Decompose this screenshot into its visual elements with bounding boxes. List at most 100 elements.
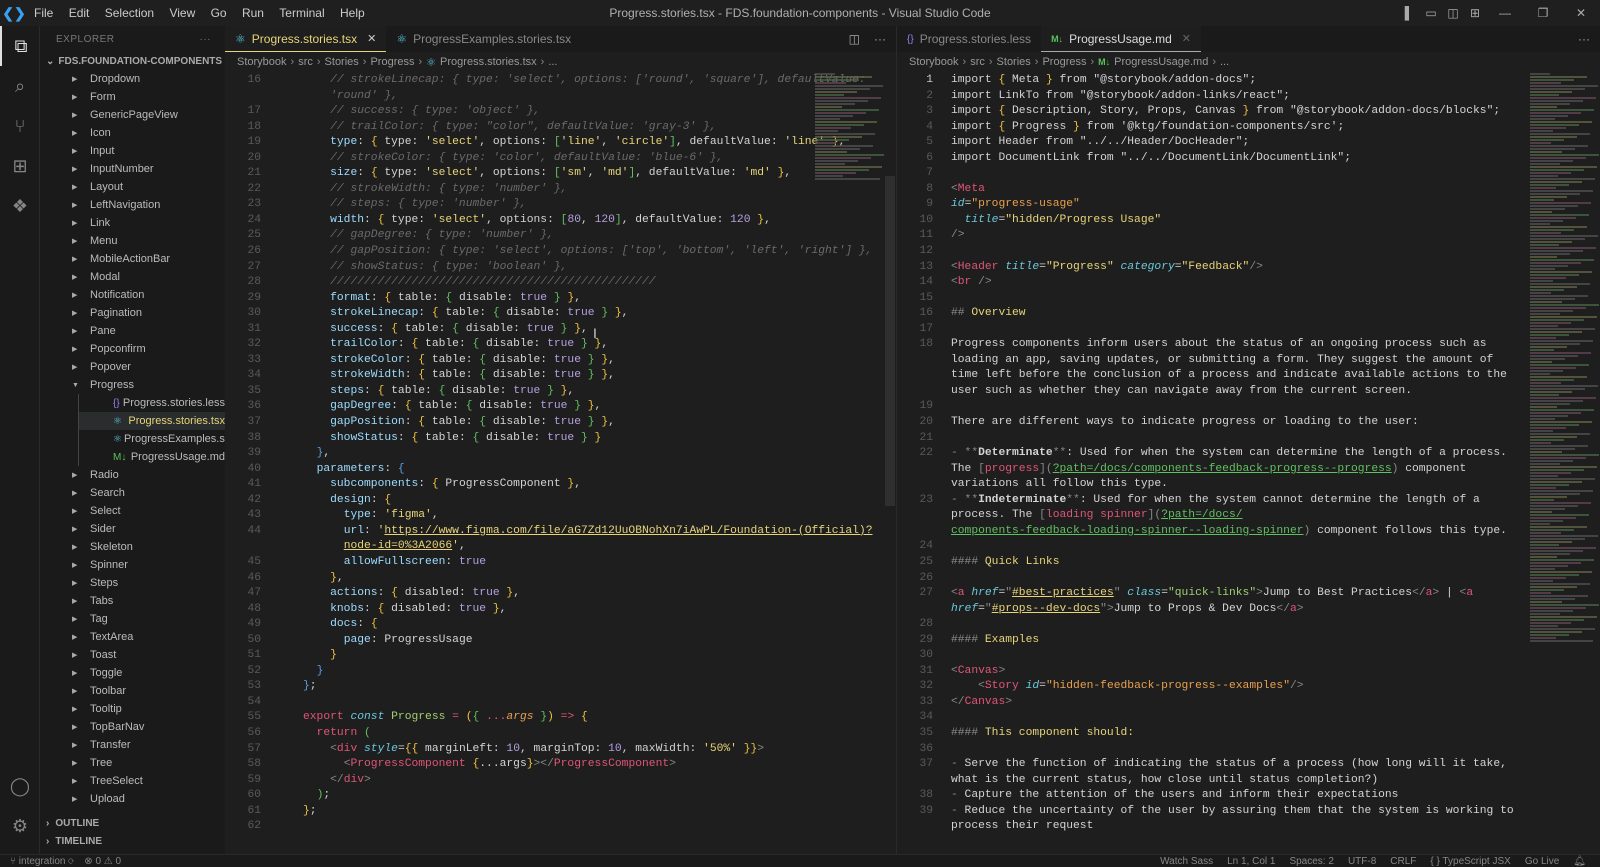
tree-item[interactable]: ▶ InputNumber bbox=[40, 160, 225, 178]
breadcrumb-item[interactable]: ... bbox=[548, 56, 557, 68]
tab-progress-examples[interactable]: ⚛ ProgressExamples.stories.tsx bbox=[386, 26, 581, 52]
branch-indicator[interactable]: ⑂ integration ⟳ bbox=[10, 856, 74, 867]
breadcrumb-item[interactable]: Storybook bbox=[909, 56, 959, 68]
tree-item[interactable]: ⚛ProgressExamples.stories.... bbox=[78, 430, 225, 448]
timeline-section[interactable]: › TIMELINE bbox=[40, 832, 225, 850]
workspace-root[interactable]: ⌄ FDS.FOUNDATION-COMPONENTS bbox=[40, 52, 225, 70]
indentation[interactable]: Spaces: 2 bbox=[1289, 856, 1333, 867]
tree-item[interactable]: ▶ TreeSelect bbox=[40, 772, 225, 790]
close-tab-icon[interactable]: ✕ bbox=[367, 32, 376, 45]
tree-item[interactable]: ▶ Pane bbox=[40, 322, 225, 340]
line-ending[interactable]: CRLF bbox=[1390, 856, 1416, 867]
tree-item[interactable]: ▶ Link bbox=[40, 214, 225, 232]
watch-sass-button[interactable]: Watch Sass bbox=[1160, 856, 1213, 867]
tree-item[interactable]: ▶ TextArea bbox=[40, 628, 225, 646]
close-window-button[interactable]: ✕ bbox=[1562, 6, 1600, 20]
code-editor-md[interactable]: 1 import { Meta } from "@storybook/addon-… bbox=[897, 72, 1600, 835]
tree-item[interactable]: ▶ Transfer bbox=[40, 736, 225, 754]
search-icon[interactable]: ⌕ bbox=[0, 66, 40, 106]
menu-run[interactable]: Run bbox=[236, 6, 270, 20]
vertical-scrollbar[interactable] bbox=[885, 176, 895, 506]
extensions-icon[interactable]: ⊞ bbox=[0, 146, 40, 186]
tree-item[interactable]: ▶ Popconfirm bbox=[40, 340, 225, 358]
breadcrumb-item[interactable]: src bbox=[970, 56, 985, 68]
tree-item[interactable]: M↓ ProgressUsage.md bbox=[78, 448, 225, 466]
tree-item[interactable]: ▶ Toolbar bbox=[40, 682, 225, 700]
more-actions-icon[interactable]: ··· bbox=[874, 32, 886, 46]
breadcrumb-item[interactable]: Stories bbox=[997, 56, 1031, 68]
breadcrumb-item[interactable]: ... bbox=[1220, 56, 1229, 68]
tab-progress-stories-less[interactable]: {} Progress.stories.less bbox=[897, 26, 1041, 52]
source-control-icon[interactable]: ⑂ bbox=[0, 106, 40, 146]
menu-help[interactable]: Help bbox=[334, 6, 371, 20]
tree-item[interactable]: ▼ Progress bbox=[40, 376, 225, 394]
restore-button[interactable]: ❐ bbox=[1524, 6, 1562, 20]
menu-terminal[interactable]: Terminal bbox=[273, 6, 330, 20]
menu-view[interactable]: View bbox=[163, 6, 201, 20]
figma-icon[interactable]: ❖ bbox=[0, 186, 40, 226]
breadcrumb-item[interactable]: Stories bbox=[325, 56, 359, 68]
tree-item[interactable]: ▶ Toast bbox=[40, 646, 225, 664]
breadcrumb-item[interactable]: Storybook bbox=[237, 56, 287, 68]
more-actions-icon[interactable]: ··· bbox=[1578, 32, 1590, 46]
tab-progress-stories-tsx[interactable]: ⚛ Progress.stories.tsx ✕ bbox=[225, 26, 387, 52]
tree-item[interactable]: ▶ Menu bbox=[40, 232, 225, 250]
tree-item[interactable]: ▶ Select bbox=[40, 502, 225, 520]
tree-item[interactable]: ▶ GenericPageView bbox=[40, 106, 225, 124]
minimize-button[interactable]: — bbox=[1486, 6, 1524, 20]
outline-section[interactable]: › OUTLINE bbox=[40, 814, 225, 832]
tree-item[interactable]: ▶ Search bbox=[40, 484, 225, 502]
breadcrumb-item[interactable]: ProgressUsage.md bbox=[1114, 56, 1208, 68]
breadcrumb-item[interactable]: Progress bbox=[370, 56, 414, 68]
menu-selection[interactable]: Selection bbox=[99, 6, 160, 20]
settings-gear-icon[interactable]: ⚙ bbox=[0, 806, 40, 846]
notifications-icon[interactable]: 🔔︎ bbox=[1573, 856, 1586, 867]
tree-item[interactable]: ▶ Popover bbox=[40, 358, 225, 376]
breadcrumb-item[interactable]: src bbox=[298, 56, 313, 68]
tree-item[interactable]: ▶ Tag bbox=[40, 610, 225, 628]
toggle-panel-icon[interactable]: ▭ bbox=[1420, 6, 1442, 20]
tree-item[interactable]: ▶ Tree bbox=[40, 754, 225, 772]
menu-edit[interactable]: Edit bbox=[63, 6, 96, 20]
tree-item[interactable]: ⚛ Progress.stories.tsx bbox=[78, 412, 225, 430]
tree-item[interactable]: ▶ Notification bbox=[40, 286, 225, 304]
split-editor-icon[interactable]: ◫ bbox=[849, 32, 860, 46]
tree-item[interactable]: ▶ Steps bbox=[40, 574, 225, 592]
tree-item[interactable]: ▶ MobileActionBar bbox=[40, 250, 225, 268]
close-tab-icon[interactable]: ✕ bbox=[1182, 32, 1191, 45]
go-live-button[interactable]: Go Live bbox=[1525, 856, 1559, 867]
tree-item[interactable]: ▶ Skeleton bbox=[40, 538, 225, 556]
problems-indicator[interactable]: ⊗ 0 ⚠ 0 bbox=[84, 856, 121, 867]
tree-item[interactable]: ▶ TopBarNav bbox=[40, 718, 225, 736]
encoding[interactable]: UTF-8 bbox=[1348, 856, 1376, 867]
menu-file[interactable]: File bbox=[28, 6, 59, 20]
tree-item[interactable]: ▶ Tooltip bbox=[40, 700, 225, 718]
tree-item[interactable]: ▶ Pagination bbox=[40, 304, 225, 322]
tree-item[interactable]: ▶ Upload bbox=[40, 790, 225, 808]
toggle-secondary-sidebar-icon[interactable]: ◫ bbox=[1442, 6, 1464, 20]
more-actions-icon[interactable]: ··· bbox=[200, 34, 212, 45]
tree-item[interactable]: ▶ Modal bbox=[40, 268, 225, 286]
tree-item[interactable]: ▶ Sider bbox=[40, 520, 225, 538]
minimap[interactable] bbox=[1530, 72, 1600, 652]
cursor-position[interactable]: Ln 1, Col 1 bbox=[1227, 856, 1275, 867]
tree-item[interactable]: {} Progress.stories.less bbox=[78, 394, 225, 412]
toggle-primary-sidebar-icon[interactable]: ▌ bbox=[1398, 6, 1420, 20]
tree-item[interactable]: ▶ Tabs bbox=[40, 592, 225, 610]
tree-item[interactable]: ▶ Layout bbox=[40, 178, 225, 196]
tab-progress-usage-md[interactable]: M↓ ProgressUsage.md ✕ bbox=[1041, 26, 1201, 52]
tree-item[interactable]: ▶ Spinner bbox=[40, 556, 225, 574]
tree-item[interactable]: ▶ Form bbox=[40, 88, 225, 106]
minimap[interactable] bbox=[815, 72, 885, 182]
tree-item[interactable]: ▶ Dropdown bbox=[40, 70, 225, 88]
customize-layout-icon[interactable]: ⊞ bbox=[1464, 6, 1486, 20]
code-editor-tsx[interactable]: 16 // strokeLinecap: { type: 'select', o… bbox=[225, 72, 896, 835]
tree-item[interactable]: ▶ LeftNavigation bbox=[40, 196, 225, 214]
menu-go[interactable]: Go bbox=[205, 6, 233, 20]
language-mode[interactable]: { } TypeScript JSX bbox=[1430, 856, 1510, 867]
tree-item[interactable]: ▶ Radio bbox=[40, 466, 225, 484]
account-icon[interactable]: ◯ bbox=[0, 766, 40, 806]
breadcrumb-item[interactable]: Progress.stories.tsx bbox=[440, 56, 537, 68]
tree-item[interactable]: ▶ Icon bbox=[40, 124, 225, 142]
explorer-icon[interactable]: ⧉ bbox=[0, 26, 40, 66]
